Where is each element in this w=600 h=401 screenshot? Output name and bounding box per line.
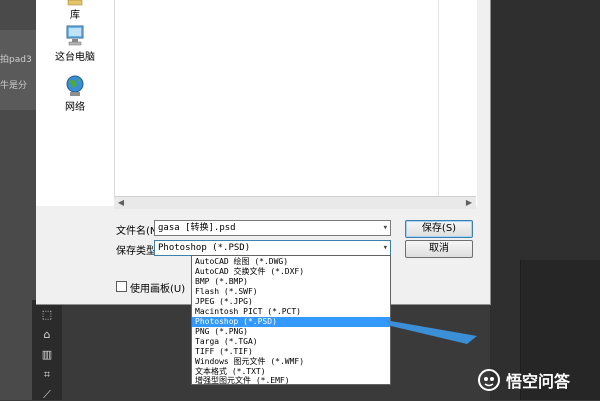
dropdown-option[interactable]: 增强型图元文件 (*.EMF) [192,376,390,384]
save-button[interactable]: 保存(S) [405,220,473,238]
filename-value: gasa [转换].psd [158,223,236,233]
scroll-left-icon[interactable]: ◀ [116,198,126,208]
dropdown-option[interactable]: Flash (*.SWF) [192,287,390,297]
dropdown-option-selected[interactable]: Photoshop (*.PSD) [192,317,390,327]
nav-item-label: 这台电脑 [55,52,95,63]
filetype-dropdown-list[interactable]: AutoCAD 绘图 (*.DWG) AutoCAD 交换文件 (*.DXF) … [191,255,391,385]
dropdown-option[interactable]: PNG (*.PNG) [192,327,390,337]
chevron-down-icon[interactable]: ▾ [383,221,388,235]
annotation-arrow [385,320,477,344]
horizontal-scrollbar[interactable]: ◀ ▶ [114,196,476,209]
dropdown-option[interactable]: AutoCAD 交换文件 (*.DXF) [192,267,390,277]
dropdown-option[interactable]: TIFF (*.TIF) [192,347,390,357]
dropdown-option[interactable]: Targa (*.TGA) [192,337,390,347]
chart-tool-icon[interactable]: ▥ [40,349,54,361]
use-artboard-checkbox[interactable] [116,281,127,292]
scroll-right-icon[interactable]: ▶ [464,198,474,208]
column-divider [438,0,439,196]
wukong-logo-icon [478,369,500,391]
knife-tool-icon[interactable]: ⟋ [40,389,54,401]
filename-field[interactable]: gasa [转换].psd ▾ [154,220,391,236]
background-text-fragment: 牛是分 [0,81,28,91]
nav-item-this-pc[interactable]: 这台电脑 [36,24,114,63]
dropdown-option[interactable]: Windows 图元文件 (*.WMF) [192,357,390,367]
use-artboard-label: 使用画板(U) [130,284,186,295]
filetype-select[interactable]: Photoshop (*.PSD) ▾ [154,240,391,256]
network-icon [66,75,84,96]
cancel-button[interactable]: 取消 [405,240,473,258]
dropdown-option[interactable]: Macintosh PICT (*.PCT) [192,307,390,317]
artboard-tool-icon[interactable]: ⌗ [40,369,54,381]
nav-item-label: 库 [70,10,80,21]
type-tool-icon[interactable]: ⌂ [40,329,54,341]
nav-item-network[interactable]: 网络 [36,74,114,113]
file-list-area[interactable] [114,0,477,206]
nav-item-library[interactable]: 库 [36,0,114,21]
filetype-value: Photoshop (*.PSD) [158,243,251,253]
dropdown-option[interactable]: AutoCAD 绘图 (*.DWG) [192,257,390,267]
background-text-fragment: 拍pad3 [0,55,32,65]
dropdown-option[interactable]: BMP (*.BMP) [192,277,390,287]
watermark: 悟空问答 [478,368,570,392]
dropdown-option[interactable]: JPEG (*.JPG) [192,297,390,307]
chevron-down-icon[interactable]: ▾ [383,241,388,255]
watermark-text: 悟空问答 [506,372,571,391]
path-select-tool-icon[interactable]: ⬚ [40,309,54,321]
navigation-pane: 库 这台电脑 网络 [36,0,114,206]
computer-icon [66,25,84,46]
photoshop-left-strip [0,30,36,110]
nav-item-label: 网络 [65,102,85,113]
